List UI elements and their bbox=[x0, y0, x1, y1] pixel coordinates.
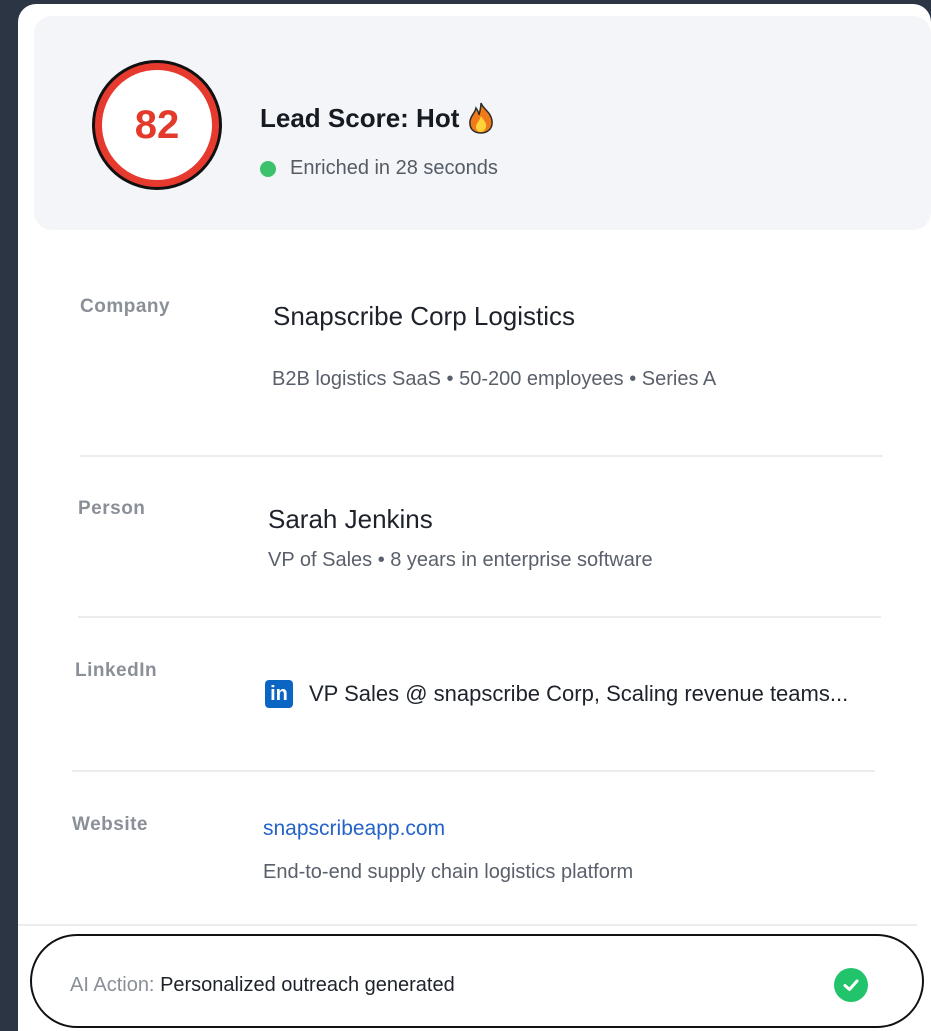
check-circle-icon bbox=[834, 968, 868, 1002]
person-name: Sarah Jenkins bbox=[268, 504, 433, 534]
lead-score-title: Lead Score: Hot bbox=[260, 102, 495, 134]
status-dot-icon bbox=[260, 160, 276, 177]
divider bbox=[78, 616, 881, 618]
website-label: Website bbox=[72, 814, 149, 835]
divider bbox=[72, 770, 875, 772]
website-link[interactable]: snapscribeapp.com bbox=[263, 817, 445, 841]
person-label: Person bbox=[78, 498, 146, 519]
linkedin-icon: in bbox=[265, 680, 293, 708]
person-details: VP of Sales • 8 years in enterprise soft… bbox=[268, 549, 653, 571]
linkedin-headline: VP Sales @ snapscribe Corp, Scaling reve… bbox=[309, 681, 849, 706]
company-label: Company bbox=[80, 296, 171, 317]
lead-score-text: Lead Score: Hot bbox=[260, 102, 460, 133]
linkedin-profile-link[interactable]: in VP Sales @ snapscribe Corp, Scaling r… bbox=[265, 680, 848, 708]
company-name: Snapscribe Corp Logistics bbox=[273, 301, 576, 331]
enrichment-status-text: Enriched in 28 seconds bbox=[290, 157, 498, 179]
linkedin-label: LinkedIn bbox=[75, 660, 158, 681]
score-ring: 82 bbox=[92, 60, 222, 190]
score-value: 82 bbox=[102, 70, 212, 180]
website-description: End-to-end supply chain logistics platfo… bbox=[263, 861, 634, 883]
lead-score-header: 82 Lead Score: Hot Enriched in 28 second… bbox=[34, 16, 931, 230]
ai-action-value: Personalized outreach generated bbox=[160, 974, 455, 996]
fire-icon bbox=[467, 102, 495, 134]
ai-action-text: AI Action: Personalized outreach generat… bbox=[70, 974, 455, 997]
divider bbox=[80, 455, 883, 457]
ai-action-prefix: AI Action: bbox=[70, 974, 155, 996]
company-details: B2B logistics SaaS • 50-200 employees • … bbox=[272, 368, 717, 390]
ai-action-bar[interactable]: AI Action: Personalized outreach generat… bbox=[30, 934, 924, 1028]
enrichment-status: Enriched in 28 seconds bbox=[260, 157, 498, 180]
lead-card: 82 Lead Score: Hot Enriched in 28 second… bbox=[18, 4, 931, 1031]
divider bbox=[18, 924, 917, 926]
